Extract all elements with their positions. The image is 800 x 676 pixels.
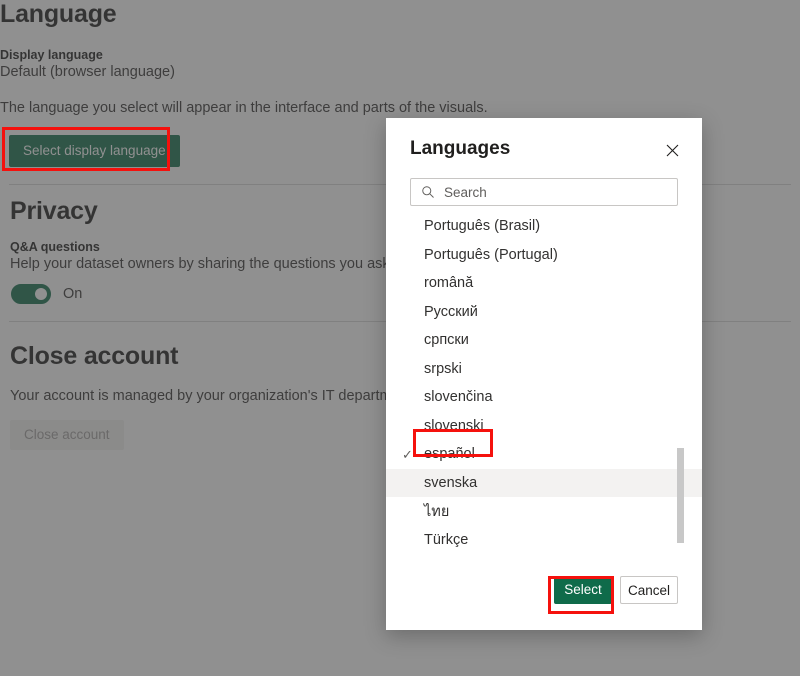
scrollbar-thumb[interactable] [677, 448, 684, 543]
language-list-item[interactable]: română [386, 269, 702, 298]
language-list-item-label: español [424, 446, 475, 462]
language-list-item-label: slovenski [424, 418, 484, 434]
dialog-title: Languages [410, 138, 510, 160]
language-list-item-label: srpski [424, 361, 462, 377]
language-list-item[interactable]: Українська [386, 554, 702, 558]
language-list-scrollbar[interactable] [677, 448, 684, 560]
cancel-button[interactable]: Cancel [620, 576, 678, 604]
language-list-item[interactable]: slovenčina [386, 383, 702, 412]
language-list-item[interactable]: српски [386, 326, 702, 355]
search-input[interactable] [442, 184, 656, 201]
languages-dialog: Languages Português (Brasil) Português (P… [386, 118, 702, 630]
language-search-box[interactable] [410, 178, 678, 206]
language-list-item[interactable]: slovenski [386, 412, 702, 441]
language-list-item[interactable]: ✓ español [386, 440, 702, 469]
language-list-item[interactable]: svenska [386, 469, 702, 498]
language-list-item-label: Português (Portugal) [424, 247, 558, 263]
language-list-item[interactable]: srpski [386, 355, 702, 384]
dialog-footer: Select Cancel [386, 560, 702, 630]
language-list-item-label: Türkçe [424, 532, 468, 548]
language-list-item-label: Português (Brasil) [424, 218, 540, 234]
checkmark-icon: ✓ [402, 448, 418, 461]
language-list-item[interactable]: ไทย [386, 497, 702, 526]
language-list-item-label: svenska [424, 475, 477, 491]
language-list-item-label: română [424, 275, 473, 291]
language-list-item-label: slovenčina [424, 389, 493, 405]
language-list-item[interactable]: Türkçe [386, 526, 702, 555]
language-list-item[interactable]: Português (Portugal) [386, 241, 702, 270]
language-list-item-label: српски [424, 332, 469, 348]
language-list-item[interactable]: Русский [386, 298, 702, 327]
language-list-item-label: Русский [424, 304, 478, 320]
search-icon [421, 185, 435, 199]
language-list-item-label: ไทย [424, 500, 449, 523]
dialog-header: Languages [386, 118, 702, 180]
select-button[interactable]: Select [554, 576, 612, 604]
close-icon[interactable] [660, 138, 684, 162]
language-list[interactable]: Português (Brasil) Português (Portugal) ro… [386, 212, 702, 558]
language-list-item[interactable]: Português (Brasil) [386, 212, 702, 241]
